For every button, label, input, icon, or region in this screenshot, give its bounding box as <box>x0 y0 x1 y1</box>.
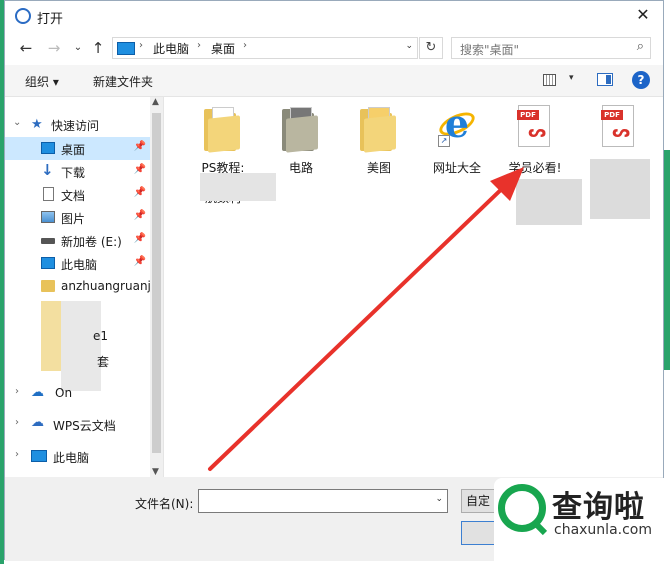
organize-menu[interactable]: 组织 ▾ <box>25 73 59 90</box>
preview-pane-icon[interactable] <box>597 73 613 86</box>
pin-icon[interactable]: 📌 <box>134 233 146 244</box>
up-button[interactable]: ↑ <box>89 39 107 57</box>
command-toolbar: 组织 ▾ 新建文件夹 ▾ ? <box>5 65 663 97</box>
breadcrumb-desktop[interactable]: 桌面 <box>211 40 235 57</box>
pin-icon[interactable]: 📌 <box>134 210 146 221</box>
sidebar-item-label: 桌面 <box>61 143 86 157</box>
sidebar-item-label: e1 <box>93 329 109 343</box>
window-title: 打开 <box>37 12 64 27</box>
sidebar-item-this-pc-pinned[interactable]: 此电脑 📌 <box>5 252 150 275</box>
sidebar-scrollbar[interactable]: ▲ ▼ <box>150 97 163 477</box>
help-icon[interactable]: ? <box>632 71 650 89</box>
expand-icon[interactable]: › <box>15 449 19 460</box>
pc-icon <box>117 42 135 55</box>
forward-button[interactable]: → <box>45 39 63 57</box>
open-file-dialog: 打开 ✕ ← → ⌄ ↑ › 此电脑 › 桌面 › ⌄ ↻ 搜索"桌面" ⌕ 组… <box>4 0 664 561</box>
sidebar-item-label: 此电脑 <box>61 258 98 272</box>
desktop-icon <box>41 142 55 154</box>
search-logo-icon <box>498 484 546 532</box>
expand-icon[interactable]: › <box>15 417 19 428</box>
annotation-arrow <box>208 167 524 471</box>
picture-icon <box>41 211 55 223</box>
sidebar-item-pictures[interactable]: 图片 📌 <box>5 206 150 229</box>
sidebar-item-label: 下载 <box>61 166 86 180</box>
folder-icon <box>41 280 55 292</box>
watermark-title: 查询啦 <box>552 490 645 525</box>
pc-icon <box>41 257 55 269</box>
filename-label: 文件名(N): <box>135 497 194 511</box>
sidebar-item-drive-e[interactable]: 新加卷 (E:) 📌 <box>5 229 150 252</box>
sidebar-item-documents[interactable]: 文档 📌 <box>5 183 150 206</box>
sidebar-item-label: 新加卷 (E:) <box>61 235 122 249</box>
drive-icon <box>41 238 55 244</box>
app-icon <box>15 8 31 24</box>
folder-icon <box>41 301 61 371</box>
scroll-down-icon[interactable]: ▼ <box>152 467 159 477</box>
pin-icon[interactable]: 📌 <box>134 141 146 152</box>
chevron-right-icon[interactable]: › <box>243 40 247 51</box>
chevron-right-icon[interactable]: › <box>197 40 201 51</box>
pin-icon[interactable]: 📌 <box>134 164 146 175</box>
recent-locations-icon[interactable]: ⌄ <box>69 39 87 57</box>
chevron-right-icon[interactable]: › <box>139 40 143 51</box>
sidebar-item-anzhuangruanj[interactable]: anzhuangruanj <box>5 275 151 298</box>
sidebar-item-label: 图片 <box>61 212 86 226</box>
sidebar-item-label: 文档 <box>61 189 86 203</box>
sidebar-item-label: anzhuangruanj <box>61 279 151 293</box>
download-icon: ↓ <box>41 161 54 179</box>
refresh-button[interactable]: ↻ <box>419 37 443 59</box>
wps-cloud-icon: ☁ <box>31 415 44 430</box>
sidebar-item-downloads[interactable]: ↓ 下载 📌 <box>5 160 150 183</box>
filename-input[interactable]: ⌄ <box>198 489 448 513</box>
background-page-strip <box>664 150 670 370</box>
view-options-icon[interactable] <box>543 74 556 86</box>
pc-icon <box>31 450 47 462</box>
watermark-url: chaxunla.com <box>554 522 652 538</box>
file-list-pane: PS教程: 航数利 电路 美图 e ↗ 网址大全 PDF ᔕ 学员必看! <box>163 97 663 477</box>
sidebar-item-desktop[interactable]: 桌面 📌 <box>5 137 150 160</box>
pin-icon[interactable]: 📌 <box>134 256 146 267</box>
expand-icon[interactable]: ⌄ <box>13 117 21 128</box>
breadcrumb-this-pc[interactable]: 此电脑 <box>153 40 189 57</box>
sidebar-item-onedrive[interactable]: On <box>55 386 72 400</box>
document-icon <box>43 187 54 201</box>
blurred-region <box>61 301 101 391</box>
navigation-bar: ← → ⌄ ↑ › 此电脑 › 桌面 › ⌄ ↻ 搜索"桌面" ⌕ <box>5 31 663 65</box>
sidebar-item-wps-cloud[interactable]: WPS云文档 <box>53 417 116 434</box>
search-input[interactable]: 搜索"桌面" ⌕ <box>451 37 651 59</box>
sidebar-item-label: 套 <box>97 355 110 369</box>
chevron-down-icon[interactable]: ▾ <box>569 73 574 83</box>
close-button[interactable]: ✕ <box>633 5 653 25</box>
watermark: 查询啦 chaxunla.com <box>494 478 670 564</box>
pin-icon[interactable]: 📌 <box>134 187 146 198</box>
chevron-down-icon[interactable]: ⌄ <box>435 494 443 504</box>
new-folder-button[interactable]: 新建文件夹 <box>93 73 153 90</box>
address-bar[interactable]: › 此电脑 › 桌面 › ⌄ <box>112 37 418 59</box>
expand-icon[interactable]: › <box>15 386 19 397</box>
scroll-up-icon[interactable]: ▲ <box>152 97 159 107</box>
scrollbar-thumb[interactable] <box>152 113 161 453</box>
search-placeholder: 搜索"桌面" <box>460 43 520 57</box>
navigation-pane: ⌄ ★ 快速访问 桌面 📌 ↓ 下载 📌 文档 📌 图片 📌 新加卷 (E:) … <box>5 97 163 477</box>
title-bar: 打开 ✕ <box>5 1 663 31</box>
back-button[interactable]: ← <box>17 39 35 57</box>
chevron-down-icon[interactable]: ⌄ <box>405 41 413 51</box>
onedrive-icon: ☁ <box>31 385 44 400</box>
sidebar-item-this-pc[interactable]: 此电脑 <box>53 449 89 466</box>
sidebar-quick-access[interactable]: 快速访问 <box>51 117 99 134</box>
star-icon: ★ <box>31 117 43 132</box>
search-icon: ⌕ <box>636 39 644 54</box>
